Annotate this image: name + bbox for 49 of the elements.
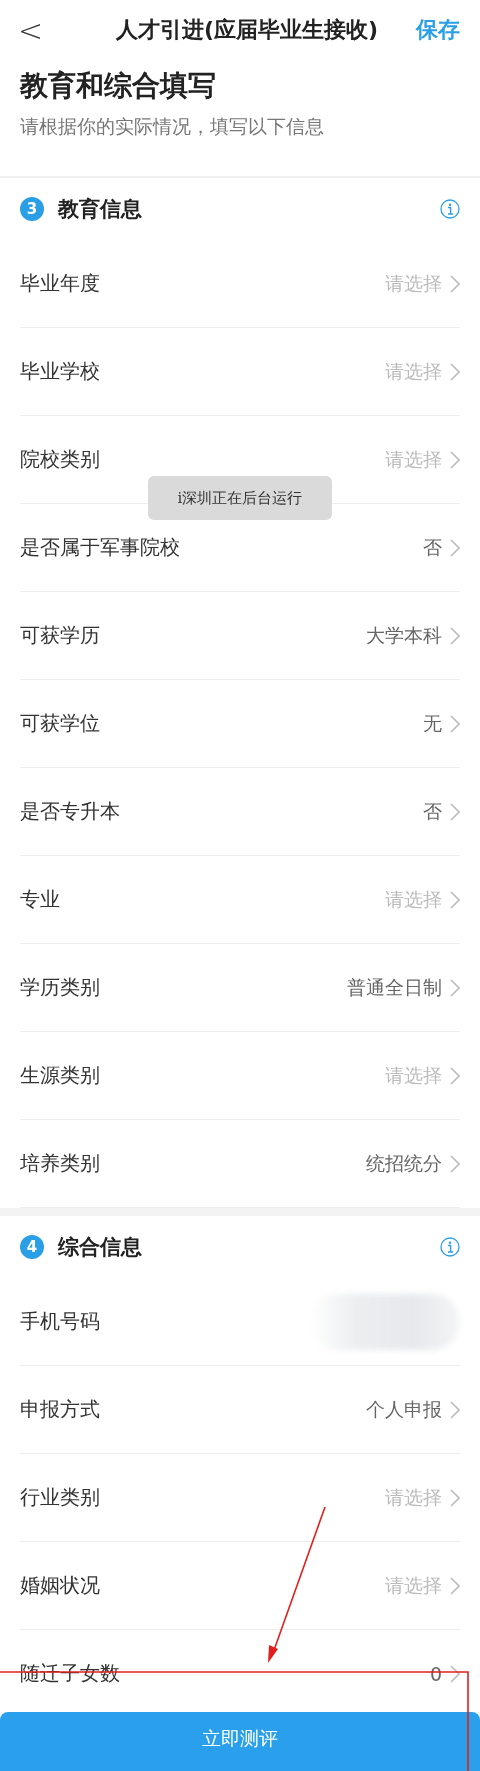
page-title: 教育和综合填写	[20, 68, 217, 104]
select-field[interactable]: 否	[423, 534, 460, 561]
field-label: 培养类别	[20, 1150, 101, 1177]
info-icon[interactable]	[440, 199, 460, 219]
field-label: 可获学历	[20, 622, 101, 649]
chevron-icon	[450, 626, 460, 645]
field-label: 手机号码	[20, 1308, 101, 1335]
field-label: 院校类别	[20, 446, 101, 473]
info-icon[interactable]	[440, 1237, 460, 1257]
field-label: 毕业年度	[20, 270, 101, 297]
field-label: 是否专升本	[20, 798, 121, 825]
chevron-icon	[450, 714, 460, 733]
chevron-icon	[450, 1066, 460, 1085]
field-label: 学历类别	[20, 974, 101, 1001]
chevron-icon	[450, 450, 460, 469]
chevron-icon	[450, 274, 460, 293]
field-label: 生源类别	[20, 1062, 101, 1089]
chevron-icon	[450, 1400, 460, 1419]
back-button[interactable]: <	[18, 12, 58, 48]
select-field[interactable]: 统招统分	[366, 1150, 460, 1177]
chevron-icon	[450, 1154, 460, 1173]
select-field[interactable]: 普通全日制	[347, 974, 460, 1001]
field-label: 婚姻状况	[20, 1572, 101, 1599]
field-label: 是否属于军事院校	[20, 534, 181, 561]
chevron-icon	[450, 362, 460, 381]
chevron-icon	[450, 538, 460, 557]
toast-message: i深圳正在后台运行	[148, 476, 332, 520]
field-label: 专业	[20, 886, 61, 913]
chevron-icon	[450, 1664, 460, 1683]
screen-title: 人才引进(应届毕业生接收)	[114, 16, 380, 44]
section-title: 综合信息	[58, 1234, 143, 1261]
chevron-icon	[450, 1488, 460, 1507]
chevron-icon	[450, 890, 460, 909]
select-field[interactable]: 否	[423, 798, 460, 825]
page-subtitle: 请根据你的实际情况，填写以下信息	[20, 114, 325, 139]
select-field[interactable]: 个人申报	[366, 1396, 460, 1423]
field-label: 申报方式	[20, 1396, 101, 1423]
step-number: 3	[20, 197, 44, 221]
chevron-icon	[450, 1576, 460, 1595]
select-field[interactable]: 无	[423, 710, 460, 737]
chevron-icon	[450, 802, 460, 821]
save-button[interactable]: 保存	[416, 15, 460, 45]
select-field[interactable]: 大学本科	[366, 622, 460, 649]
field-label: 可获学位	[20, 710, 101, 737]
field-label: 毕业学校	[20, 358, 101, 385]
section-title: 教育信息	[58, 196, 143, 223]
chevron-icon	[450, 978, 460, 997]
step-number: 4	[20, 1235, 44, 1259]
field-label: 行业类别	[20, 1484, 101, 1511]
